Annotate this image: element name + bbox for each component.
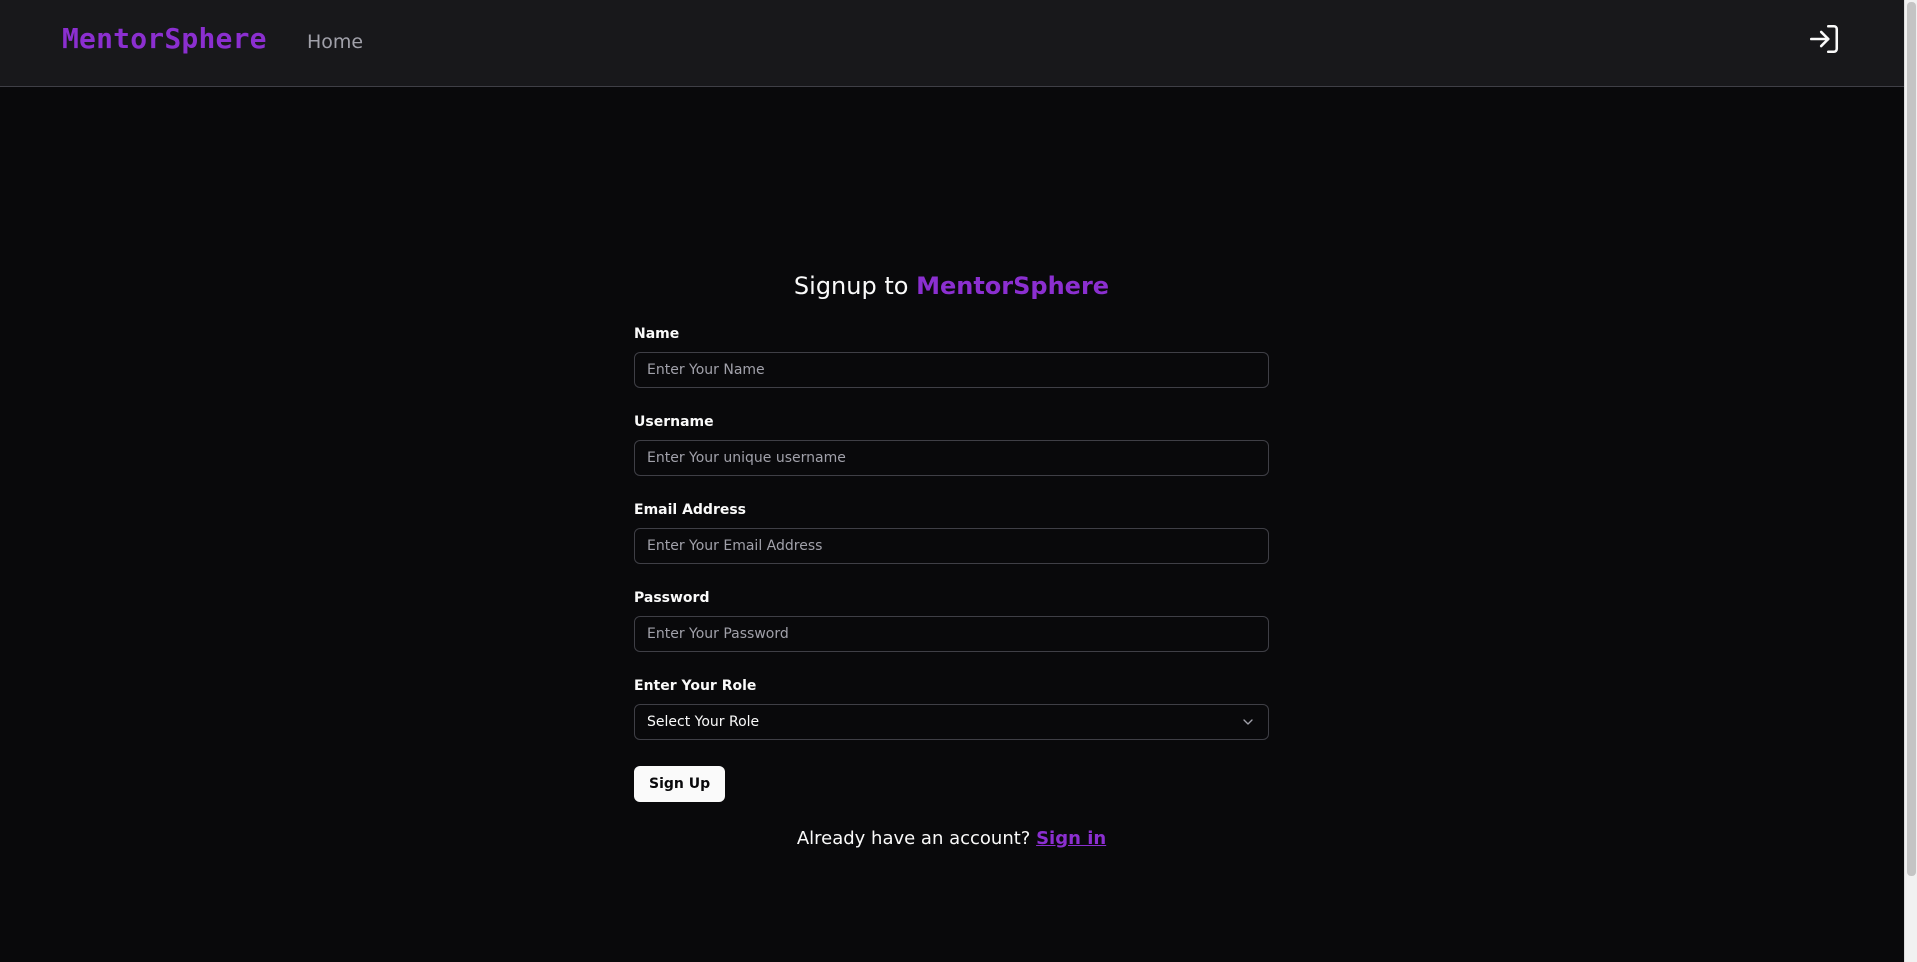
sign-in-icon[interactable]: [1807, 22, 1841, 56]
nav-home-link[interactable]: Home: [307, 31, 363, 53]
top-navbar: MentorSphere Home: [0, 0, 1904, 87]
email-input[interactable]: [634, 528, 1269, 564]
page-title: Signup to MentorSphere: [634, 266, 1269, 306]
name-label: Name: [634, 326, 680, 342]
title-brand: MentorSphere: [916, 272, 1110, 300]
password-field-group: Password: [634, 588, 1269, 652]
username-field-group: Username: [634, 412, 1269, 476]
sign-up-button[interactable]: Sign Up: [634, 766, 726, 802]
brand-logo[interactable]: MentorSphere: [62, 22, 267, 55]
signin-prompt: Already have an account? Sign in: [634, 828, 1269, 849]
username-input[interactable]: [634, 440, 1269, 476]
scrollbar-thumb[interactable]: [1907, 2, 1916, 876]
email-label: Email Address: [634, 502, 747, 518]
name-field-group: Name: [634, 324, 1269, 388]
username-label: Username: [634, 414, 714, 430]
name-input[interactable]: [634, 352, 1269, 388]
title-prefix: Signup to: [793, 272, 909, 300]
vertical-scrollbar[interactable]: [1904, 0, 1917, 962]
chevron-down-icon: [1243, 719, 1253, 725]
role-select-value: Select Your Role: [647, 714, 760, 730]
sign-in-link[interactable]: Sign in: [1036, 828, 1106, 849]
role-field-group: Enter Your Role Select Your Role: [634, 676, 1269, 740]
password-input[interactable]: [634, 616, 1269, 652]
signup-form: Signup to MentorSphere Name Username Ema…: [634, 266, 1269, 849]
password-label: Password: [634, 590, 710, 606]
email-field-group: Email Address: [634, 500, 1269, 564]
signup-page: MentorSphere Home Signup to MentorSphere…: [0, 0, 1917, 962]
signin-prompt-text: Already have an account?: [796, 828, 1031, 849]
role-label: Enter Your Role: [634, 678, 757, 694]
role-select[interactable]: Select Your Role: [634, 704, 1269, 740]
